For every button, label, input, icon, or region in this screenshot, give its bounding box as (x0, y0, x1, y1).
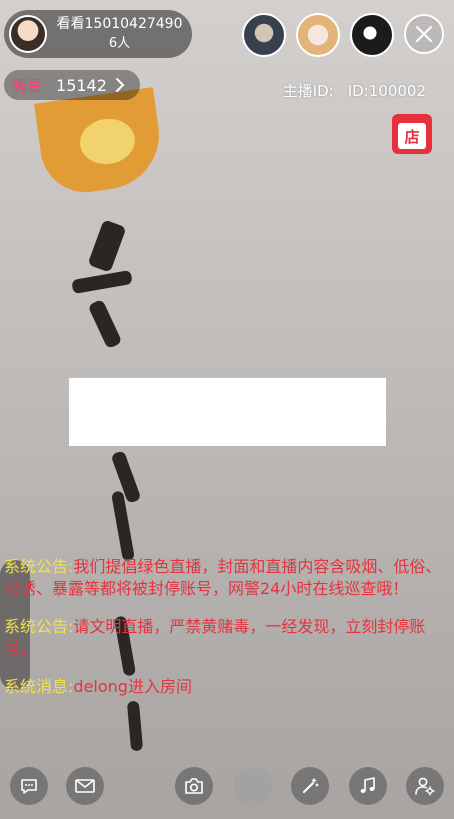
chat-messages: 系统公告:我们提倡绿色直播，封面和直播内容含吸烟、低俗、引诱、暴露等都将被封停账… (4, 556, 452, 714)
host-avatar[interactable] (9, 15, 47, 53)
coin-label: 秀豆 (12, 76, 43, 95)
blank-overlay-box (69, 378, 386, 446)
bottom-toolbar (0, 767, 454, 811)
shop-icon: 店 (398, 123, 426, 149)
message-text: delong进入房间 (73, 677, 192, 696)
close-button[interactable] (404, 14, 444, 54)
message-tag: 系统公告: (4, 557, 74, 576)
camera-icon (185, 778, 203, 794)
audience-avatars (242, 13, 394, 57)
message-tag: 系统消息: (4, 677, 74, 696)
close-icon (416, 26, 432, 42)
system-message: 系统消息:delong进入房间 (4, 676, 452, 698)
coin-balance-button[interactable]: 秀豆 15142 (4, 70, 140, 100)
coin-value: 15142 (56, 75, 107, 95)
system-notice: 系统公告:我们提倡绿色直播，封面和直播内容含吸烟、低俗、引诱、暴露等都将被封停账… (4, 556, 452, 600)
chat-button[interactable] (10, 767, 48, 805)
chevron-right-icon (115, 77, 125, 93)
host-id-value: ID:100002 (347, 82, 426, 100)
magic-effects-button[interactable] (291, 767, 329, 805)
user-settings-icon (415, 777, 435, 796)
audience-avatar[interactable] (242, 13, 286, 57)
system-notice: 系统公告:请文明直播，严禁黄赌毒，一经发现，立刻封停账号。 (4, 616, 452, 660)
viewer-name: 看看15010427490 (56, 16, 183, 32)
music-button[interactable] (349, 767, 387, 805)
user-settings-button[interactable] (406, 767, 444, 805)
shop-button[interactable]: 店 (392, 114, 432, 154)
beauty-button[interactable] (233, 767, 273, 807)
message-tag: 系统公告: (4, 617, 74, 636)
background-logo-shape (33, 87, 167, 198)
host-id-label: 主播ID: (282, 82, 334, 100)
music-icon (360, 777, 375, 793)
audience-avatar[interactable] (350, 13, 394, 57)
host-id: 主播ID: ID:100002 (283, 80, 426, 101)
viewer-count: 6人 (108, 36, 131, 51)
message-button[interactable] (66, 767, 104, 805)
audience-avatar[interactable] (296, 13, 340, 57)
chat-icon (21, 779, 37, 794)
camera-switch-button[interactable] (175, 767, 213, 805)
magic-wand-icon (303, 778, 319, 793)
viewer-info-pill[interactable]: 看看15010427490 6人 (4, 10, 192, 58)
mail-icon (75, 779, 95, 793)
